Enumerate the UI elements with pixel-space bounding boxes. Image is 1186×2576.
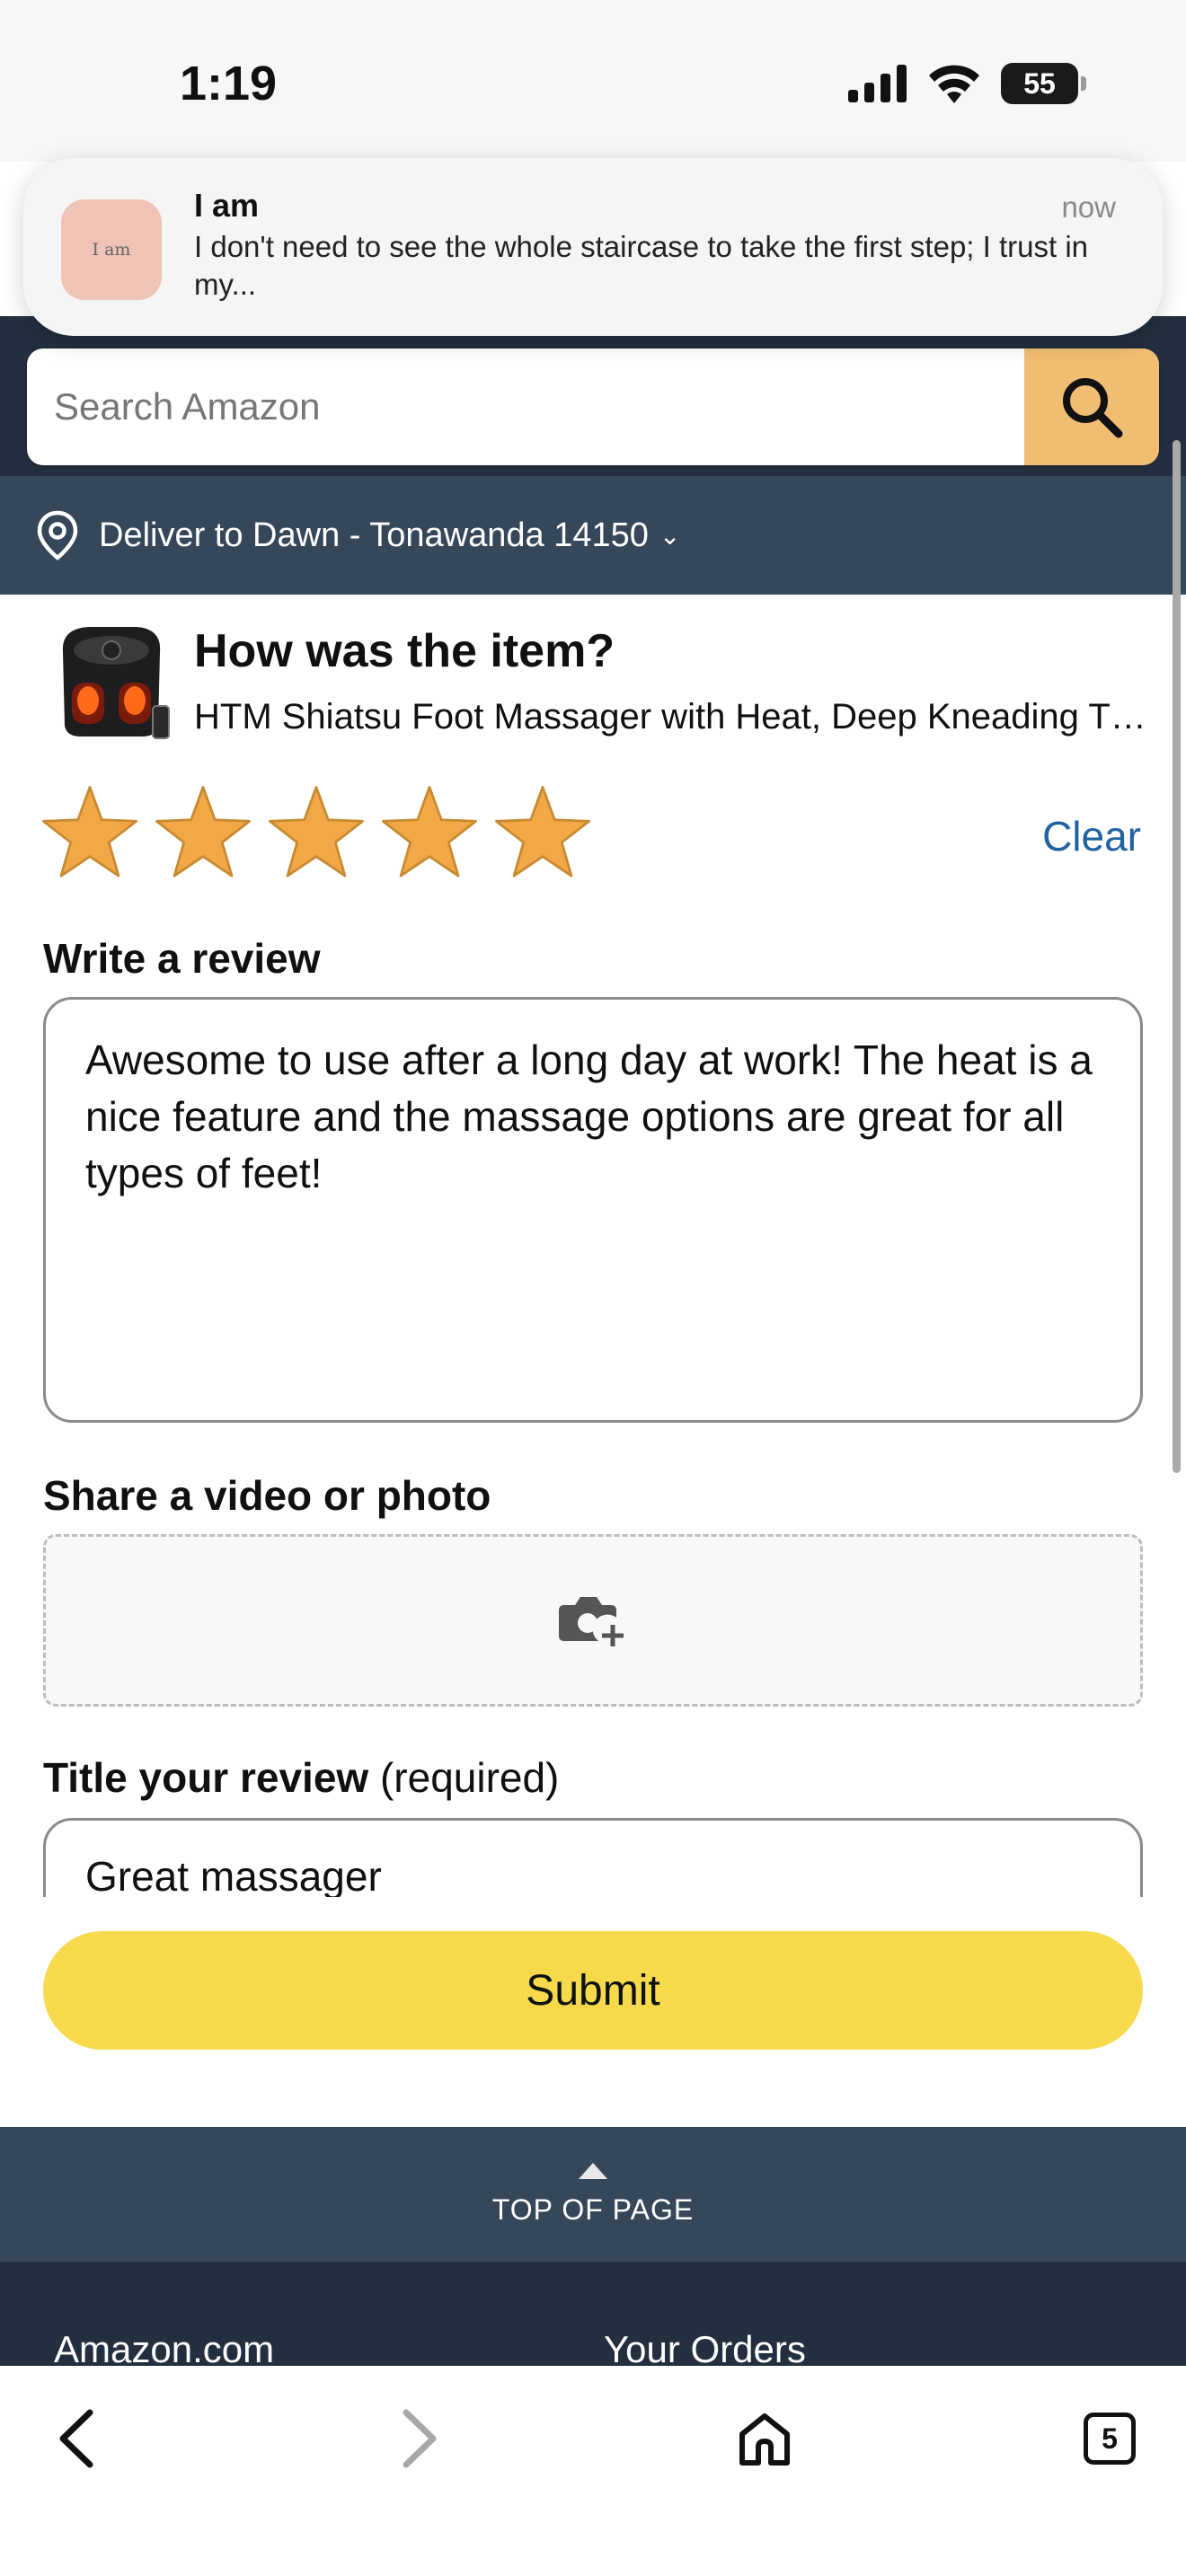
review-title-input[interactable]	[43, 1818, 1143, 1897]
battery-icon: 55	[1001, 63, 1086, 104]
notification-title: I am	[194, 187, 260, 224]
tabs-button[interactable]: 5	[1060, 2389, 1159, 2488]
star-icon[interactable]	[379, 783, 480, 884]
scrollbar[interactable]	[1173, 440, 1181, 1473]
search-bar[interactable]	[27, 348, 1159, 465]
notification-banner[interactable]: I am I am now I don't need to see the wh…	[23, 158, 1163, 336]
clear-rating-link[interactable]: Clear	[1042, 812, 1141, 860]
deliver-to-bar[interactable]: Deliver to Dawn - Tonawanda 14150 ⌄	[0, 476, 1186, 595]
title-input-wrapper	[43, 1818, 1143, 1897]
chevron-right-icon	[403, 2409, 437, 2468]
browser-toolbar: 5	[0, 2366, 1186, 2576]
media-upload-area[interactable]	[43, 1534, 1143, 1707]
notification-body: I don't need to see the whole staircase …	[194, 230, 1089, 301]
forward-button[interactable]	[370, 2389, 469, 2488]
notification-time: now	[1061, 190, 1116, 224]
rating-question: How was the item?	[194, 625, 615, 677]
footer-link-orders[interactable]: Your Orders	[604, 2328, 806, 2369]
add-photo-icon	[559, 1597, 624, 1646]
title-review-label: Title your review (required)	[43, 1753, 559, 1802]
footer-links: Amazon.com Your Orders	[0, 2262, 1186, 2369]
wifi-icon	[929, 65, 979, 103]
chevron-left-icon	[59, 2409, 93, 2468]
star-icon[interactable]	[40, 783, 140, 884]
search-input[interactable]	[27, 348, 1024, 465]
deliver-to-text: Deliver to Dawn - Tonawanda 14150	[99, 516, 649, 554]
product-thumbnail	[62, 627, 170, 739]
footer-link-amazon[interactable]: Amazon.com	[54, 2328, 274, 2369]
star-icon[interactable]	[153, 783, 253, 884]
share-media-label: Share a video or photo	[43, 1472, 491, 1519]
home-icon	[739, 2413, 790, 2466]
back-to-top-button[interactable]: TOP OF PAGE	[0, 2127, 1186, 2262]
chevron-down-icon: ⌄	[659, 521, 681, 550]
chevron-up-icon	[579, 2162, 607, 2179]
back-button[interactable]	[27, 2389, 126, 2488]
notification-app-icon: I am	[61, 199, 162, 300]
search-icon	[1063, 378, 1123, 438]
location-pin-icon	[36, 510, 79, 560]
home-button[interactable]	[715, 2389, 814, 2488]
tabs-count-icon: 5	[1084, 2413, 1136, 2465]
search-button[interactable]	[1024, 348, 1159, 465]
title-review-text: Title your review	[43, 1754, 369, 1801]
review-textarea[interactable]: Awesome to use after a long day at work!…	[43, 997, 1143, 1423]
status-bar: 1:19 55	[0, 0, 1186, 162]
star-icon[interactable]	[266, 783, 367, 884]
cellular-signal-icon	[848, 65, 907, 102]
write-review-label: Write a review	[43, 935, 321, 982]
submit-button[interactable]: Submit	[43, 1931, 1143, 2050]
star-rating[interactable]	[40, 783, 593, 884]
top-of-page-label: TOP OF PAGE	[491, 2192, 695, 2226]
star-icon[interactable]	[492, 783, 593, 884]
required-text: (required)	[379, 1754, 560, 1801]
status-icons: 55	[848, 63, 1086, 104]
status-time: 1:19	[180, 57, 278, 110]
product-name: HTM Shiatsu Foot Massager with Heat, Dee…	[194, 697, 1146, 737]
